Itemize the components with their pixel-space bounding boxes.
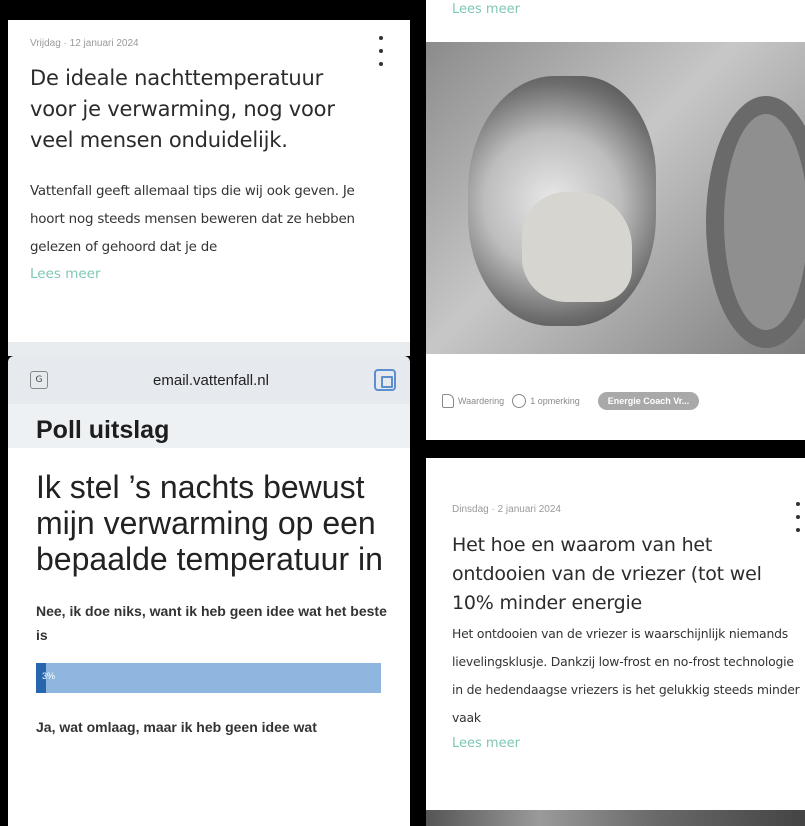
article-date: Dinsdag · 2 januari 2024: [452, 504, 561, 515]
read-more-link[interactable]: Lees meer: [452, 2, 520, 17]
article-excerpt: Het ontdooien van de vriezer is waarschi…: [452, 626, 800, 725]
poll-question: Ik stel ’s nachts bewust mijn verwarming…: [36, 469, 383, 577]
poll-title: Poll uitslag: [36, 416, 170, 444]
thumbs-up-icon: [442, 394, 454, 408]
comment-icon: [512, 394, 527, 408]
more-options-icon[interactable]: [791, 502, 805, 532]
poll-result-percent: 3%: [42, 671, 56, 681]
url-text[interactable]: email.vattenfall.nl: [48, 372, 374, 389]
divider: [8, 342, 410, 356]
article-date: Vrijdag · 12 januari 2024: [30, 38, 139, 49]
washer-door: [706, 96, 805, 348]
comment-label: 1 opmerking: [530, 396, 580, 406]
article-title[interactable]: De ideale nachttemperatuur voor je verwa…: [30, 63, 370, 156]
article-card-vriezer: Dinsdag · 2 januari 2024 Het hoe en waar…: [426, 458, 805, 810]
next-article-image: [426, 810, 805, 826]
browser-url-bar[interactable]: G email.vattenfall.nl: [8, 356, 410, 404]
laundry: [522, 192, 632, 302]
poll-option-label: Ja, wat omlaag, maar ik heb geen idee wa…: [36, 719, 317, 735]
appreciation-button[interactable]: Waardering: [442, 394, 504, 408]
appreciation-label: Waardering: [458, 396, 505, 406]
comment-button[interactable]: 1 opmerking: [512, 394, 580, 408]
article-excerpt: Vattenfall geeft allemaal tips die wij o…: [30, 184, 355, 255]
read-more-link[interactable]: Lees meer: [452, 736, 805, 751]
article-card-washing-machine: Lees meer Waardering 1 opmerking Energie…: [426, 0, 805, 440]
translate-icon[interactable]: G: [30, 371, 48, 389]
read-more-link[interactable]: Lees meer: [30, 266, 392, 282]
article-card-nachttemperatuur: Vrijdag · 12 januari 2024 De ideale nach…: [8, 20, 410, 342]
poll-result-bar: 3%: [36, 663, 381, 693]
scan-icon[interactable]: [374, 369, 396, 391]
article-title[interactable]: Het hoe en waarom van het ontdooien van …: [452, 531, 782, 618]
poll-option-label: Nee, ik doe niks, want ik heb geen idee …: [36, 603, 387, 643]
article-actions: Waardering 1 opmerking Energie Coach Vr.…: [442, 392, 700, 410]
poll-panel: Poll uitslag Ik stel ’s nachts bewust mi…: [8, 404, 410, 826]
washing-machine-photo[interactable]: [426, 42, 805, 354]
more-options-icon[interactable]: [374, 36, 388, 66]
category-tag[interactable]: Energie Coach Vr...: [597, 392, 700, 410]
